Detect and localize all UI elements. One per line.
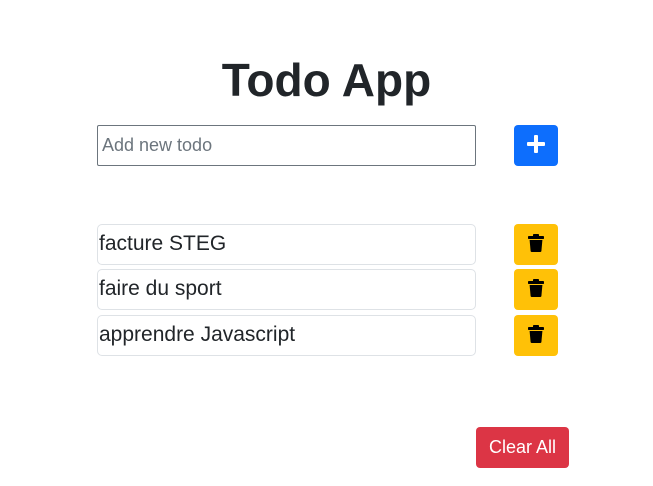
todo-item-text[interactable]: apprendre Javascript <box>97 315 476 356</box>
plus-icon <box>527 135 545 156</box>
delete-todo-button[interactable] <box>514 224 558 265</box>
todo-item-text[interactable]: faire du sport <box>97 269 476 310</box>
trash-icon <box>528 325 544 346</box>
todo-app: Todo App facture STEG faire du sport <box>0 0 653 486</box>
todo-item-text[interactable]: facture STEG <box>97 224 476 265</box>
clear-all-button[interactable]: Clear All <box>476 427 569 468</box>
delete-todo-button[interactable] <box>514 269 558 310</box>
trash-icon <box>528 279 544 300</box>
page-title: Todo App <box>221 54 432 106</box>
trash-icon <box>528 234 544 255</box>
add-todo-button[interactable] <box>514 125 558 166</box>
delete-todo-button[interactable] <box>514 315 558 356</box>
new-todo-input[interactable] <box>97 125 476 166</box>
